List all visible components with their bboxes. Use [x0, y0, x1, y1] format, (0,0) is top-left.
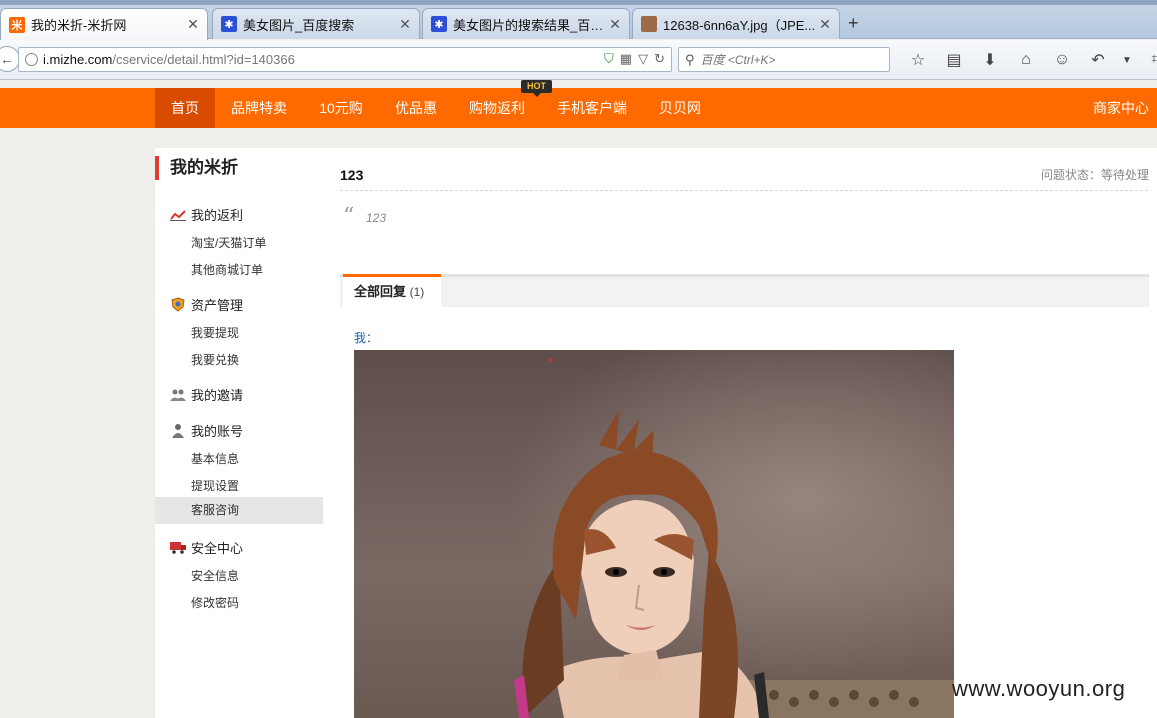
sidebar-item-withdraw[interactable]: 我要提现	[191, 324, 239, 341]
nav-item-merchant-center[interactable]: 商家中心	[1086, 88, 1156, 128]
close-tab-icon[interactable]: ✕	[817, 16, 833, 33]
baidu-paw-icon: ✱	[431, 16, 447, 32]
sidebar-item-security-info[interactable]: 安全信息	[191, 567, 239, 584]
nav-item-home[interactable]: 首页	[155, 88, 215, 128]
watermark: www.wooyun.org	[952, 676, 1126, 701]
question-body: 123	[366, 211, 387, 225]
sidebar-title: 我的米折	[155, 156, 238, 180]
new-tab-plus-icon[interactable]: +	[848, 13, 859, 34]
sidebar-item-basic-info[interactable]: 基本信息	[191, 450, 239, 467]
nav-item-youpinhui[interactable]: 优品惠	[387, 88, 445, 128]
back-arrow-icon[interactable]: ←	[0, 46, 20, 72]
tab-title: 我的米折-米折网	[31, 18, 127, 33]
question-detail-panel: 123 问题状态：等待处理 “ 123 全部回复 (1) 我：	[323, 148, 1157, 718]
mizhe-icon: 米	[9, 16, 25, 33]
sidebar-item-withdraw-settings[interactable]: 提现设置	[191, 477, 239, 494]
shield-coin-icon	[169, 297, 187, 313]
bookmark-star-icon[interactable]: ☆	[900, 49, 936, 71]
home-icon[interactable]: ⌂	[1008, 49, 1044, 71]
chat-bubble-icon[interactable]: ☺	[1044, 49, 1080, 71]
sidebar-item-exchange[interactable]: 我要兑换	[191, 351, 239, 368]
search-icon: ⚲	[685, 51, 695, 67]
baidu-paw-icon: ✱	[221, 16, 237, 32]
question-title: 123	[340, 167, 364, 183]
globe-icon	[25, 53, 38, 66]
quote-icon: “	[343, 204, 355, 229]
menu-dropdown-icon[interactable]: ▼	[1116, 49, 1138, 71]
tab-all-replies[interactable]: 全部回复 (1)	[343, 274, 441, 307]
browser-tab-baidu-search[interactable]: ✱ 美女图片_百度搜索 ✕	[212, 8, 420, 39]
section-label: 我的邀请	[191, 388, 244, 403]
tab-title: 12638-6nn6aY.jpg（JPE...	[663, 17, 816, 33]
browser-toolbar: ☆ ▤ ⬇ ⌂ ☺ ↶ ▼ ⌗	[900, 49, 1157, 71]
reply-author: 我：	[354, 331, 379, 345]
qrcode-icon[interactable]: ▦	[620, 51, 632, 67]
image-icon	[641, 16, 657, 32]
sidebar-item-taobao-orders[interactable]: 淘宝/天猫订单	[191, 234, 266, 251]
crop-icon[interactable]: ⌗	[1138, 49, 1157, 71]
url-domain: i.mizhe.com	[43, 52, 113, 67]
section-label: 资产管理	[191, 298, 244, 313]
photo-illustration	[354, 350, 954, 718]
sidebar-section-assets[interactable]: 资产管理	[169, 295, 243, 314]
tab-title: 美女图片_百度搜索	[243, 17, 355, 33]
account-sidebar: 我的米折 我的返利 淘宝/天猫订单 其他商城订单 资产管理 我要提现 我要兑换 …	[155, 148, 323, 718]
question-status: 问题状态：等待处理	[1040, 168, 1149, 182]
sidebar-item-other-orders[interactable]: 其他商城订单	[191, 261, 263, 278]
reply-count: (1)	[409, 285, 425, 299]
sidebar-item-customer-service[interactable]: 客服咨询	[155, 497, 323, 524]
nav-item-mobile-client[interactable]: 手机客户端	[550, 88, 634, 128]
sidebar-section-security[interactable]: 安全中心	[169, 538, 243, 557]
dropdown-arrow-icon[interactable]: ▽	[638, 51, 648, 67]
urlbar-actions: ⛉ ▦ ▽ ↻	[604, 51, 665, 67]
browser-tabstrip: 米 我的米折-米折网 ✕ ✱ 美女图片_百度搜索 ✕ ✱ 美女图片的搜索结果_百…	[0, 0, 1157, 40]
nav-item-shopping-rebate[interactable]: 购物返利	[462, 88, 532, 128]
nav-item-10yuan[interactable]: 10元购	[311, 88, 371, 128]
section-label: 安全中心	[191, 541, 244, 556]
sidebar-section-rebate[interactable]: 我的返利	[169, 205, 243, 224]
divider	[340, 190, 1148, 191]
sidebar-item-change-password[interactable]: 修改密码	[191, 594, 239, 611]
shield-check-icon[interactable]: ⛉	[604, 51, 614, 67]
close-tab-icon[interactable]: ✕	[185, 16, 201, 33]
close-tab-icon[interactable]: ✕	[397, 16, 413, 33]
undo-arrow-icon[interactable]: ↶	[1080, 49, 1116, 71]
people-icon	[169, 387, 187, 403]
reading-list-icon[interactable]: ▤	[936, 49, 972, 71]
tab-label: 全部回复	[354, 284, 407, 299]
browser-tab-baidu-results[interactable]: ✱ 美女图片的搜索结果_百度... ✕	[422, 8, 630, 39]
search-input[interactable]	[700, 52, 881, 67]
close-tab-icon[interactable]: ✕	[607, 16, 623, 33]
tab-title: 美女图片的搜索结果_百度...	[453, 17, 607, 33]
nav-item-beibei[interactable]: 贝贝网	[650, 88, 710, 128]
nav-item-brand-sale[interactable]: 品牌特卖	[224, 88, 294, 128]
chart-icon	[169, 207, 187, 223]
user-icon	[169, 423, 187, 439]
browser-navbar: ← i.mizhe.com /cservice/detail.html?id=1…	[0, 40, 1157, 80]
truck-icon	[169, 540, 187, 556]
reply-tabs-bar: 全部回复 (1)	[340, 274, 1149, 307]
search-box[interactable]: ⚲	[678, 47, 890, 72]
hot-badge: HOT	[521, 80, 552, 97]
url-path: /cservice/detail.html?id=140366	[112, 52, 295, 67]
browser-tab-mizhe[interactable]: 米 我的米折-米折网 ✕	[0, 8, 208, 40]
download-arrow-icon[interactable]: ⬇	[972, 49, 1008, 71]
site-main-nav: 首页 品牌特卖 10元购 优品惠 购物返利 手机客户端 贝贝网 商家中心	[0, 88, 1157, 128]
reload-icon[interactable]: ↻	[654, 51, 665, 67]
sidebar-section-invite[interactable]: 我的邀请	[169, 385, 243, 404]
sidebar-section-account[interactable]: 我的账号	[169, 421, 243, 440]
section-label: 我的返利	[191, 208, 244, 223]
section-label: 我的账号	[191, 424, 244, 439]
window-titlebar	[0, 0, 1157, 5]
reply-attached-photo	[354, 350, 954, 718]
browser-tab-image[interactable]: 12638-6nn6aY.jpg（JPE... ✕	[632, 8, 840, 39]
address-bar[interactable]: i.mizhe.com /cservice/detail.html?id=140…	[18, 47, 672, 72]
